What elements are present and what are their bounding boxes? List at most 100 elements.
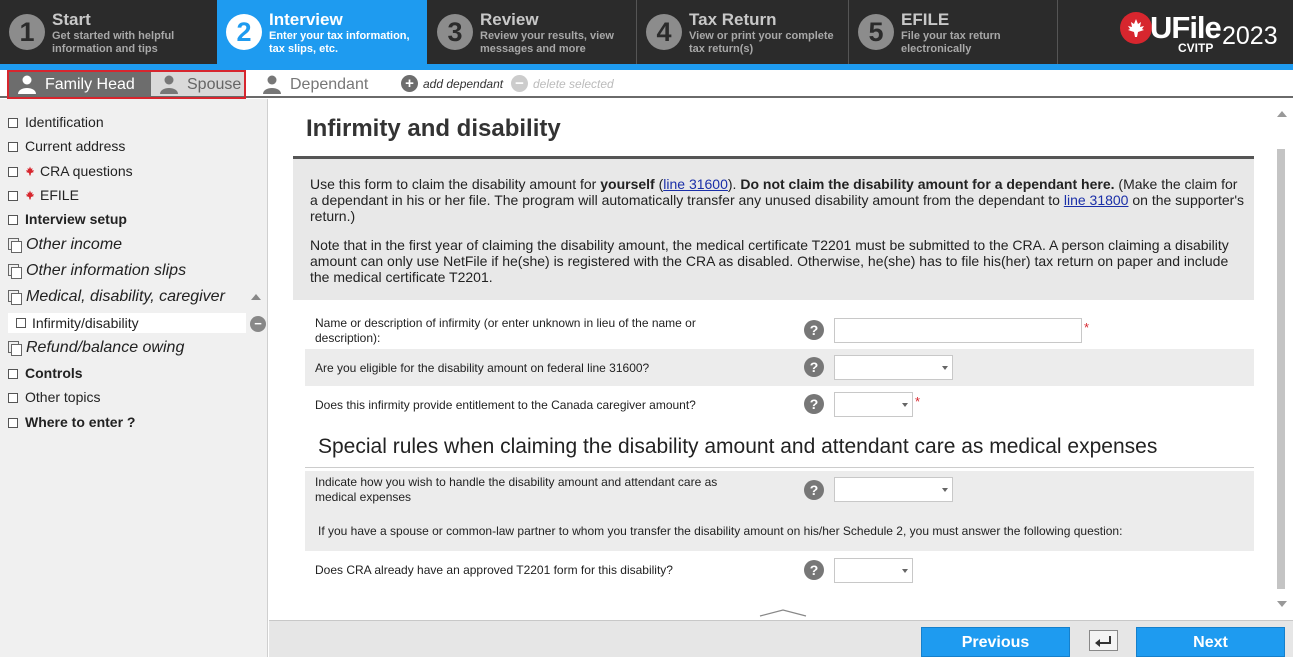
question-label: Does CRA already have an approved T2201 … [315, 563, 673, 577]
sidebar-item-refund[interactable]: Refund/balance owing [8, 339, 184, 357]
question-row-caregiver: Does this infirmity provide entitlement … [305, 386, 1254, 423]
previous-button[interactable]: Previous [921, 627, 1070, 657]
sidebar-item-controls[interactable]: Controls [8, 365, 83, 381]
sidebar-item-current-address[interactable]: Current address [8, 138, 125, 154]
text-bold: yourself [600, 176, 655, 192]
documents-icon [8, 290, 22, 305]
sidebar-item-interview-setup[interactable]: Interview setup [8, 211, 127, 227]
page-title: Infirmity and disability [306, 115, 561, 142]
section-title: Special rules when claiming the disabili… [318, 435, 1158, 458]
step-tax-return[interactable]: 4 Tax Return View or print your complete… [637, 0, 848, 64]
ufile-logo: UFile CVITP 2023 [1120, 10, 1290, 56]
step-title: Start [52, 10, 91, 29]
help-icon[interactable]: ? [804, 320, 824, 340]
tab-label: Spouse [187, 76, 242, 93]
sidebar-item-label: CRA questions [40, 163, 133, 179]
step-number: 1 [9, 14, 45, 50]
sidebar-item-other-income[interactable]: Other income [8, 236, 122, 254]
checkbox-icon [8, 191, 18, 201]
checkbox-icon [8, 142, 18, 152]
line-31600-link[interactable]: line 31600 [663, 176, 728, 192]
step-interview[interactable]: 2 Interview Enter your tax information, … [217, 0, 427, 64]
required-marker: * [1084, 320, 1090, 335]
sidebar-subitem-infirmity[interactable]: Infirmity/disability [8, 313, 246, 333]
step-description: View or print your complete tax return(s… [689, 30, 834, 55]
plus-icon: + [401, 74, 418, 92]
eligible-select[interactable] [834, 355, 953, 380]
tab-spouse[interactable]: Spouse [151, 72, 244, 96]
step-description: Enter your tax information, tax slips, e… [269, 30, 410, 55]
person-icon [18, 75, 36, 94]
logo-sub: CVITP [1178, 41, 1214, 55]
delete-selected-button[interactable]: − delete selected [511, 74, 614, 92]
question-label: Name or description of infirmity (or ent… [315, 316, 696, 345]
chevron-down-icon [942, 488, 948, 492]
step-description: File your tax return electronically [901, 30, 1001, 55]
t2201-select[interactable] [834, 558, 913, 583]
question-label: Indicate how you wish to handle the disa… [315, 475, 718, 504]
tab-family-head[interactable]: Family Head [9, 72, 151, 96]
scroll-down-icon[interactable] [1277, 601, 1287, 607]
tab-label: Dependant [290, 76, 369, 93]
sidebar-item-other-topics[interactable]: Other topics [8, 389, 100, 405]
sidebar-item-label: Infirmity/disability [32, 315, 139, 331]
top-step-bar: 1 Start Get started with helpful informa… [0, 0, 1293, 64]
expand-up-icon[interactable] [759, 608, 807, 618]
caregiver-select[interactable] [834, 392, 913, 417]
checkbox-icon [8, 393, 18, 403]
notice-text: If you have a spouse or common-law partn… [318, 524, 1123, 538]
help-icon[interactable]: ? [804, 560, 824, 580]
maple-leaf-icon [1120, 12, 1152, 44]
sidebar-item-label: Controls [25, 365, 83, 381]
sidebar-item-where-to-enter[interactable]: Where to enter ? [8, 414, 135, 430]
logo-year: 2023 [1222, 22, 1278, 50]
sidebar-item-other-info-slips[interactable]: Other information slips [8, 262, 186, 280]
chevron-down-icon [902, 403, 908, 407]
minus-icon: − [511, 74, 528, 92]
help-icon[interactable]: ? [804, 480, 824, 500]
remove-item-icon[interactable]: − [250, 316, 266, 332]
vertical-scrollbar[interactable] [1270, 99, 1293, 620]
step-title: Review [480, 10, 539, 29]
infirmity-name-input[interactable] [834, 318, 1082, 343]
person-icon [160, 75, 178, 94]
scroll-up-icon[interactable] [1277, 111, 1287, 117]
add-dependant-button[interactable]: + add dependant [401, 74, 504, 92]
sidebar-item-cra-questions[interactable]: CRA questions [8, 163, 133, 179]
tab-dependant[interactable]: Dependant [254, 72, 378, 96]
sidebar-item-label: Medical, disability, caregiver [26, 288, 225, 305]
text: ). [727, 176, 741, 192]
step-start[interactable]: 1 Start Get started with helpful informa… [0, 0, 216, 64]
add-dependant-label: add dependant [423, 77, 504, 91]
bottom-nav-bar: Previous Next [269, 620, 1293, 657]
collapse-up-icon[interactable] [251, 294, 261, 300]
next-button[interactable]: Next [1136, 627, 1285, 657]
help-icon[interactable]: ? [804, 394, 824, 414]
info-paragraph-1: Use this form to claim the disability am… [310, 176, 1245, 224]
sidebar: Identification Current address CRA quest… [0, 99, 279, 657]
question-row-eligible: Are you eligible for the disability amou… [305, 349, 1254, 386]
checkbox-icon [8, 118, 18, 128]
sidebar-item-efile[interactable]: EFILE [8, 187, 79, 203]
delete-selected-label: delete selected [533, 77, 614, 91]
step-number: 5 [858, 14, 894, 50]
question-label: Does this infirmity provide entitlement … [315, 398, 696, 412]
sidebar-item-label: Refund/balance owing [26, 339, 185, 356]
handle-disability-select[interactable] [834, 477, 953, 502]
documents-icon [8, 341, 22, 356]
main-content: Infirmity and disability Use this form t… [269, 99, 1293, 620]
sidebar-item-medical[interactable]: Medical, disability, caregiver [8, 288, 225, 306]
step-number: 2 [226, 14, 262, 50]
documents-icon [8, 264, 22, 279]
help-icon[interactable]: ? [804, 357, 824, 377]
back-arrow-button[interactable] [1089, 630, 1118, 651]
sidebar-item-identification[interactable]: Identification [8, 114, 104, 130]
line-31800-link[interactable]: line 31800 [1064, 192, 1129, 208]
step-title: Interview [269, 10, 343, 29]
text: Use this form to claim the disability am… [310, 176, 601, 192]
checkbox-icon [8, 418, 18, 428]
scroll-thumb[interactable] [1277, 149, 1285, 589]
step-efile[interactable]: 5 EFILE File your tax return electronica… [849, 0, 1057, 64]
step-review[interactable]: 3 Review Review your results, view messa… [428, 0, 636, 64]
maple-leaf-icon [26, 190, 34, 200]
